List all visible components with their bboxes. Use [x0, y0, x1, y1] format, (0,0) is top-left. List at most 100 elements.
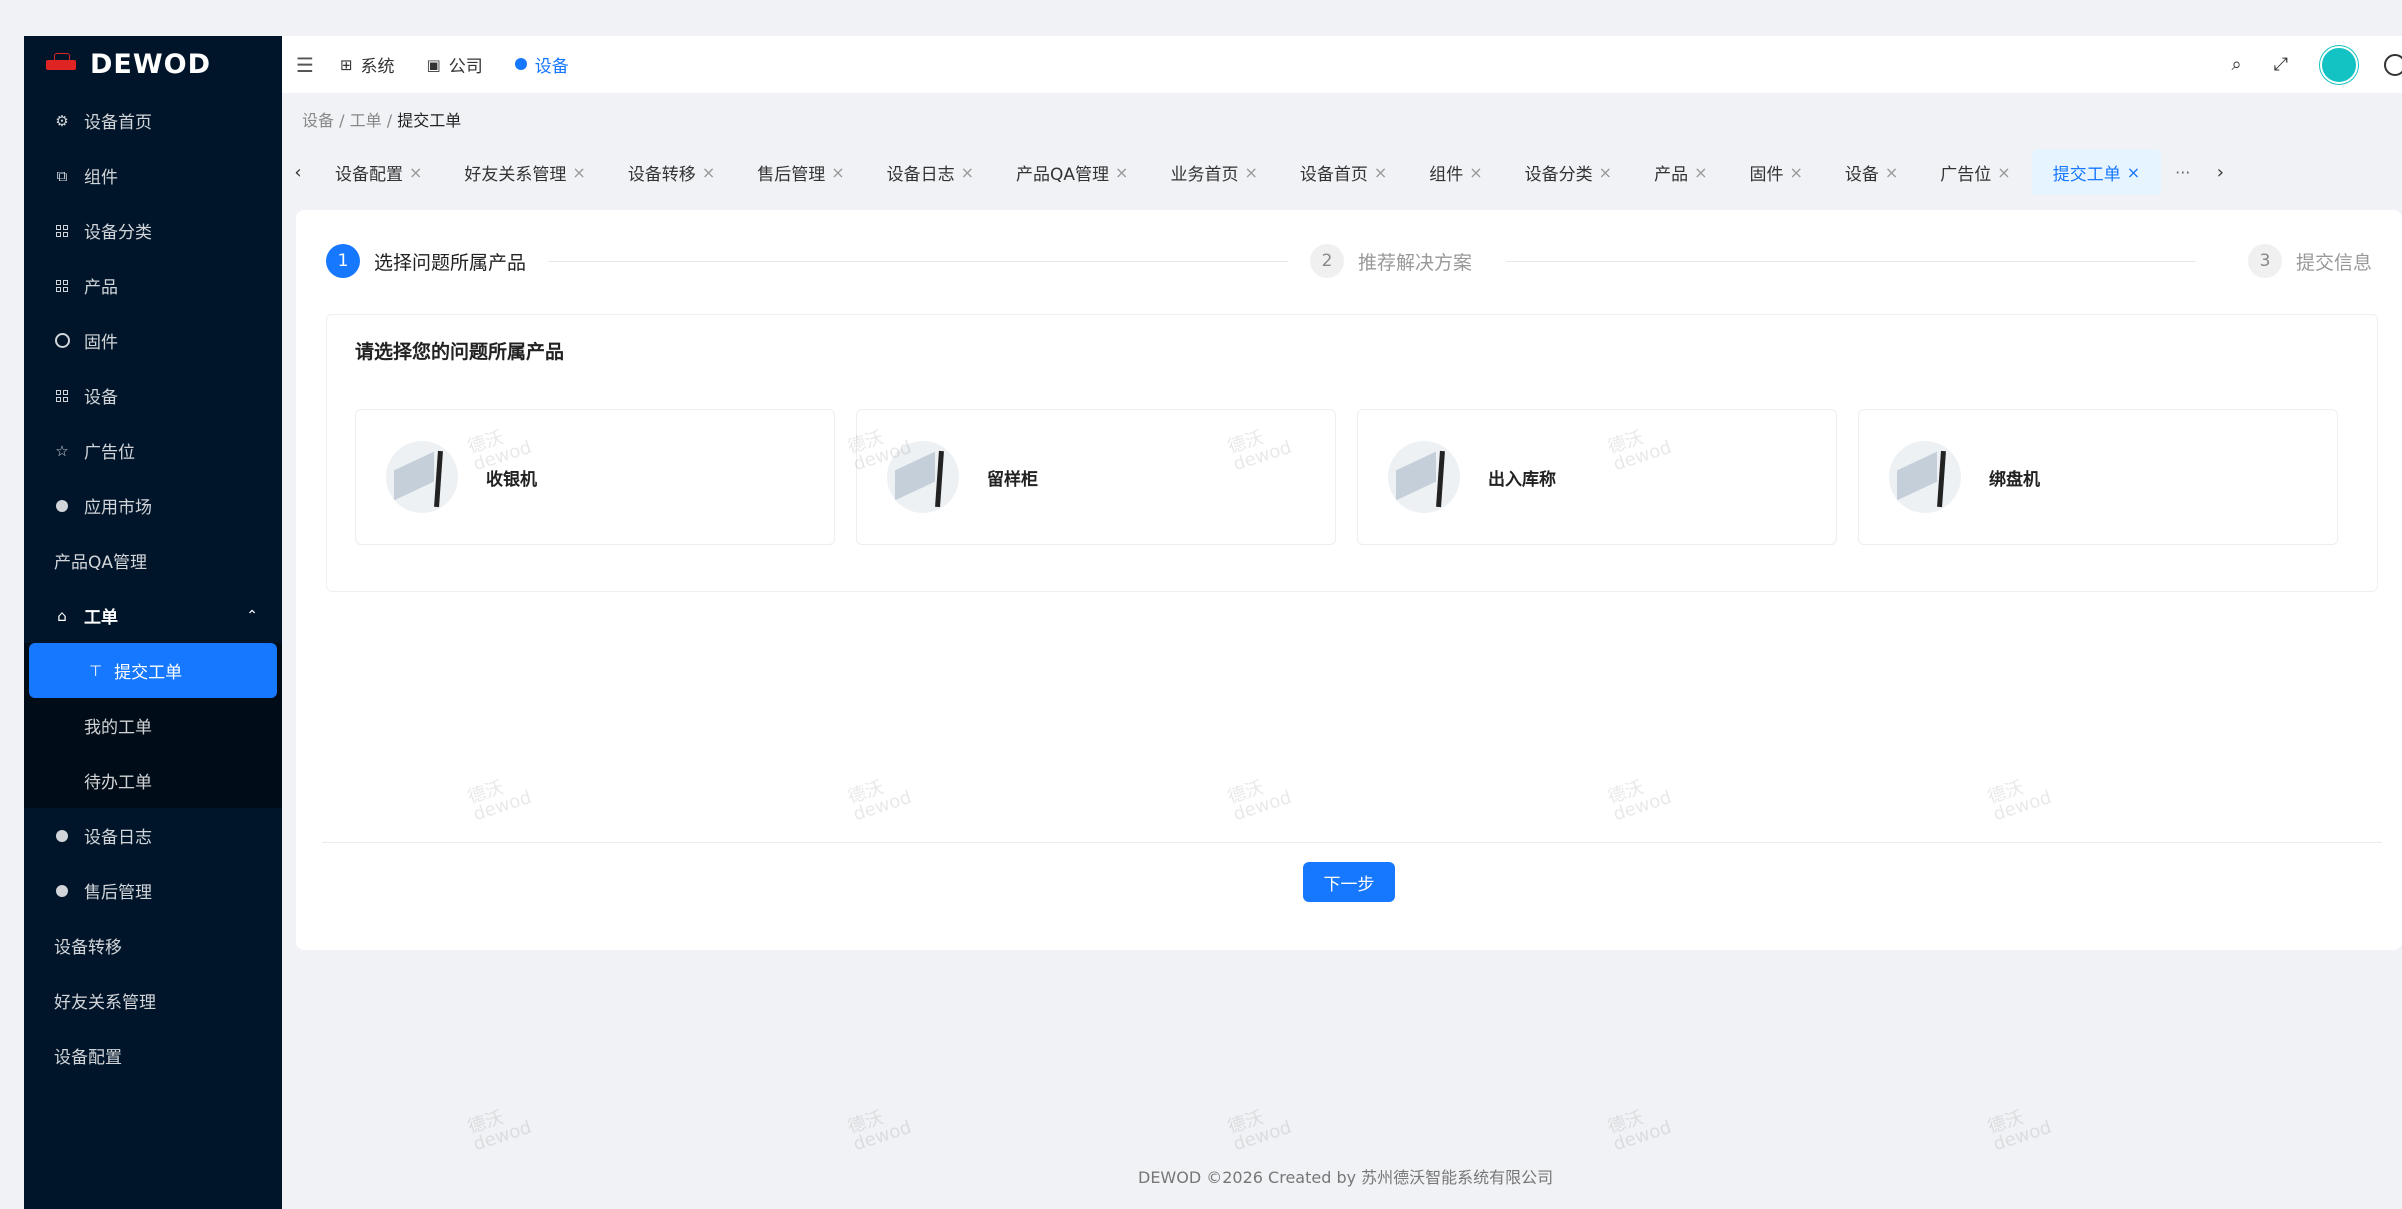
tab-label: 组件 [1429, 164, 1464, 185]
product-name: 绑盘机 [1989, 469, 2040, 490]
android-icon [54, 498, 70, 514]
sidebar-item-app-market[interactable]: 应用市场 [24, 478, 282, 533]
sidebar-item-component[interactable]: ⧉ 组件 [24, 148, 282, 203]
breadcrumb-item[interactable]: 设备 [302, 111, 334, 130]
close-icon[interactable]: × [1244, 163, 1257, 182]
close-icon[interactable]: × [831, 163, 844, 182]
log-icon [54, 828, 70, 844]
star-icon: ☆ [55, 441, 69, 460]
sidebar-item-label: 售后管理 [84, 883, 152, 903]
search-icon[interactable]: ⌕ [2232, 54, 2242, 75]
product-name: 出入库称 [1488, 469, 1556, 490]
topnav-label: 系统 [360, 57, 395, 77]
topnav-device[interactable]: 设备 [514, 52, 569, 77]
close-icon[interactable]: × [1599, 163, 1612, 182]
step-number: 2 [1310, 244, 1344, 278]
tab-device-home[interactable]: 设备首页 × [1279, 149, 1408, 195]
breadcrumb-current: 提交工单 [397, 111, 462, 130]
next-step-button[interactable]: 下一步 [1303, 862, 1395, 902]
tab-label: 产品QA管理 [1016, 164, 1110, 185]
sidebar-item-product-qa[interactable]: 产品QA管理 [24, 533, 282, 588]
fullscreen-icon[interactable]: ⤢ [2274, 54, 2288, 75]
tab-firmware[interactable]: 固件 × [1728, 149, 1823, 195]
sidebar-item-product[interactable]: 产品 [24, 258, 282, 313]
submit-ticket-card: 1 选择问题所属产品 2 推荐解决方案 3 提交信息 请选择您的问题所属产品 收… [296, 210, 2402, 950]
close-icon[interactable]: × [1115, 163, 1128, 182]
footer: DEWOD ©2026 Created by 苏州德沃智能系统有限公司 [1138, 1168, 1554, 1187]
tab-device-config[interactable]: 设备配置 × [314, 149, 443, 195]
close-icon[interactable]: × [1374, 163, 1387, 182]
sidebar-item-device-home[interactable]: ⚙ 设备首页 [24, 93, 282, 148]
product-image [1388, 441, 1460, 513]
sidebar-item-device[interactable]: 设备 [24, 368, 282, 423]
sidebar-submenu-ticket: ⊤ 提交工单 我的工单 待办工单 [24, 643, 282, 808]
step-connector [548, 261, 1288, 262]
close-icon[interactable]: × [1997, 163, 2010, 182]
sidebar-item-my-tickets[interactable]: 我的工单 [24, 698, 282, 753]
avatar[interactable] [2320, 45, 2358, 84]
globe-icon[interactable] [2384, 53, 2402, 76]
product-card-sample-cabinet[interactable]: 留样柜 [856, 409, 1336, 545]
product-image [386, 441, 458, 513]
logo[interactable]: DEWOD [24, 36, 282, 93]
sidebar-item-device-log[interactable]: 设备日志 [24, 808, 282, 863]
tab-business-home[interactable]: 业务首页 × [1149, 149, 1278, 195]
android-icon [54, 883, 70, 899]
tab-label: 设备首页 [1299, 164, 1368, 185]
product-card-cash-register[interactable]: 收银机 [355, 409, 835, 545]
close-icon[interactable]: × [2127, 163, 2140, 182]
tab-product[interactable]: 产品 × [1633, 149, 1728, 195]
close-icon[interactable]: × [1694, 163, 1707, 182]
tab-device[interactable]: 设备 × [1824, 149, 1919, 195]
breadcrumb-sep: / [339, 111, 345, 130]
close-icon[interactable]: × [572, 163, 585, 182]
tab-device-transfer[interactable]: 设备转移 × [607, 149, 736, 195]
tab-product-qa[interactable]: 产品QA管理 × [995, 149, 1149, 195]
tab-device-log[interactable]: 设备日志 × [866, 149, 995, 195]
grid-icon [54, 278, 70, 294]
tab-scroll-left-icon[interactable]: ‹ [282, 162, 314, 183]
sidebar-item-submit-ticket[interactable]: ⊤ 提交工单 [29, 643, 277, 698]
sidebar-item-todo-tickets[interactable]: 待办工单 [24, 753, 282, 808]
product-card-plate-binder[interactable]: 绑盘机 [1858, 409, 2338, 545]
tab-submit-ticket[interactable]: 提交工单 × [2031, 149, 2162, 195]
watermark: 德沃dewod [845, 1107, 915, 1156]
sidebar-item-after-sales[interactable]: 售后管理 [24, 863, 282, 918]
step-label: 选择问题所属产品 [374, 251, 527, 274]
close-icon[interactable]: × [961, 163, 974, 182]
tab-scroll-right-icon[interactable]: › [2204, 162, 2236, 183]
tab-after-sales[interactable]: 售后管理 × [736, 149, 865, 195]
tab-ad-slot[interactable]: 广告位 × [1919, 149, 2031, 195]
chip-icon [54, 333, 70, 349]
breadcrumb-item[interactable]: 工单 [350, 111, 382, 130]
tab-more-menu[interactable]: ··· [2161, 163, 2204, 182]
close-icon[interactable]: × [1885, 163, 1898, 182]
topnav-system[interactable]: ⊞ 系统 [340, 52, 395, 78]
sidebar-item-device-transfer[interactable]: 设备转移 [24, 918, 282, 973]
tab-label: 设备日志 [886, 164, 955, 185]
close-icon[interactable]: × [1789, 163, 1802, 182]
sidebar-item-device-config[interactable]: 设备配置 [24, 1028, 282, 1083]
sidebar-group-ticket[interactable]: ⌂ 工单 ⌃ [24, 588, 282, 643]
grid-icon [54, 388, 70, 404]
menu-toggle-icon[interactable]: ☰ [296, 53, 314, 77]
close-icon[interactable]: × [409, 163, 422, 182]
close-icon[interactable]: × [1469, 163, 1482, 182]
tab-friend-relation[interactable]: 好友关系管理 × [443, 149, 606, 195]
tab-component[interactable]: 组件 × [1408, 149, 1503, 195]
sidebar: DEWOD ⚙ 设备首页 ⧉ 组件 设备分类 产品 固件 设备 ☆ 广告位 应用… [24, 36, 282, 1209]
grid-icon [54, 223, 70, 239]
tab-device-category[interactable]: 设备分类 × [1504, 149, 1633, 195]
step-2: 2 推荐解决方案 [1310, 244, 1472, 278]
sidebar-item-firmware[interactable]: 固件 [24, 313, 282, 368]
sidebar-item-ad-slot[interactable]: ☆ 广告位 [24, 423, 282, 478]
sidebar-item-friend-relation[interactable]: 好友关系管理 [24, 973, 282, 1028]
topnav-company[interactable]: ▣ 公司 [427, 52, 483, 78]
product-name: 收银机 [486, 469, 537, 490]
chevron-up-icon: ⌃ [246, 607, 258, 624]
topnav-label: 设备 [534, 57, 569, 77]
sidebar-item-device-category[interactable]: 设备分类 [24, 203, 282, 258]
close-icon[interactable]: × [702, 163, 715, 182]
step-label: 提交信息 [2296, 251, 2373, 274]
product-card-inout-scale[interactable]: 出入库称 [1357, 409, 1837, 545]
